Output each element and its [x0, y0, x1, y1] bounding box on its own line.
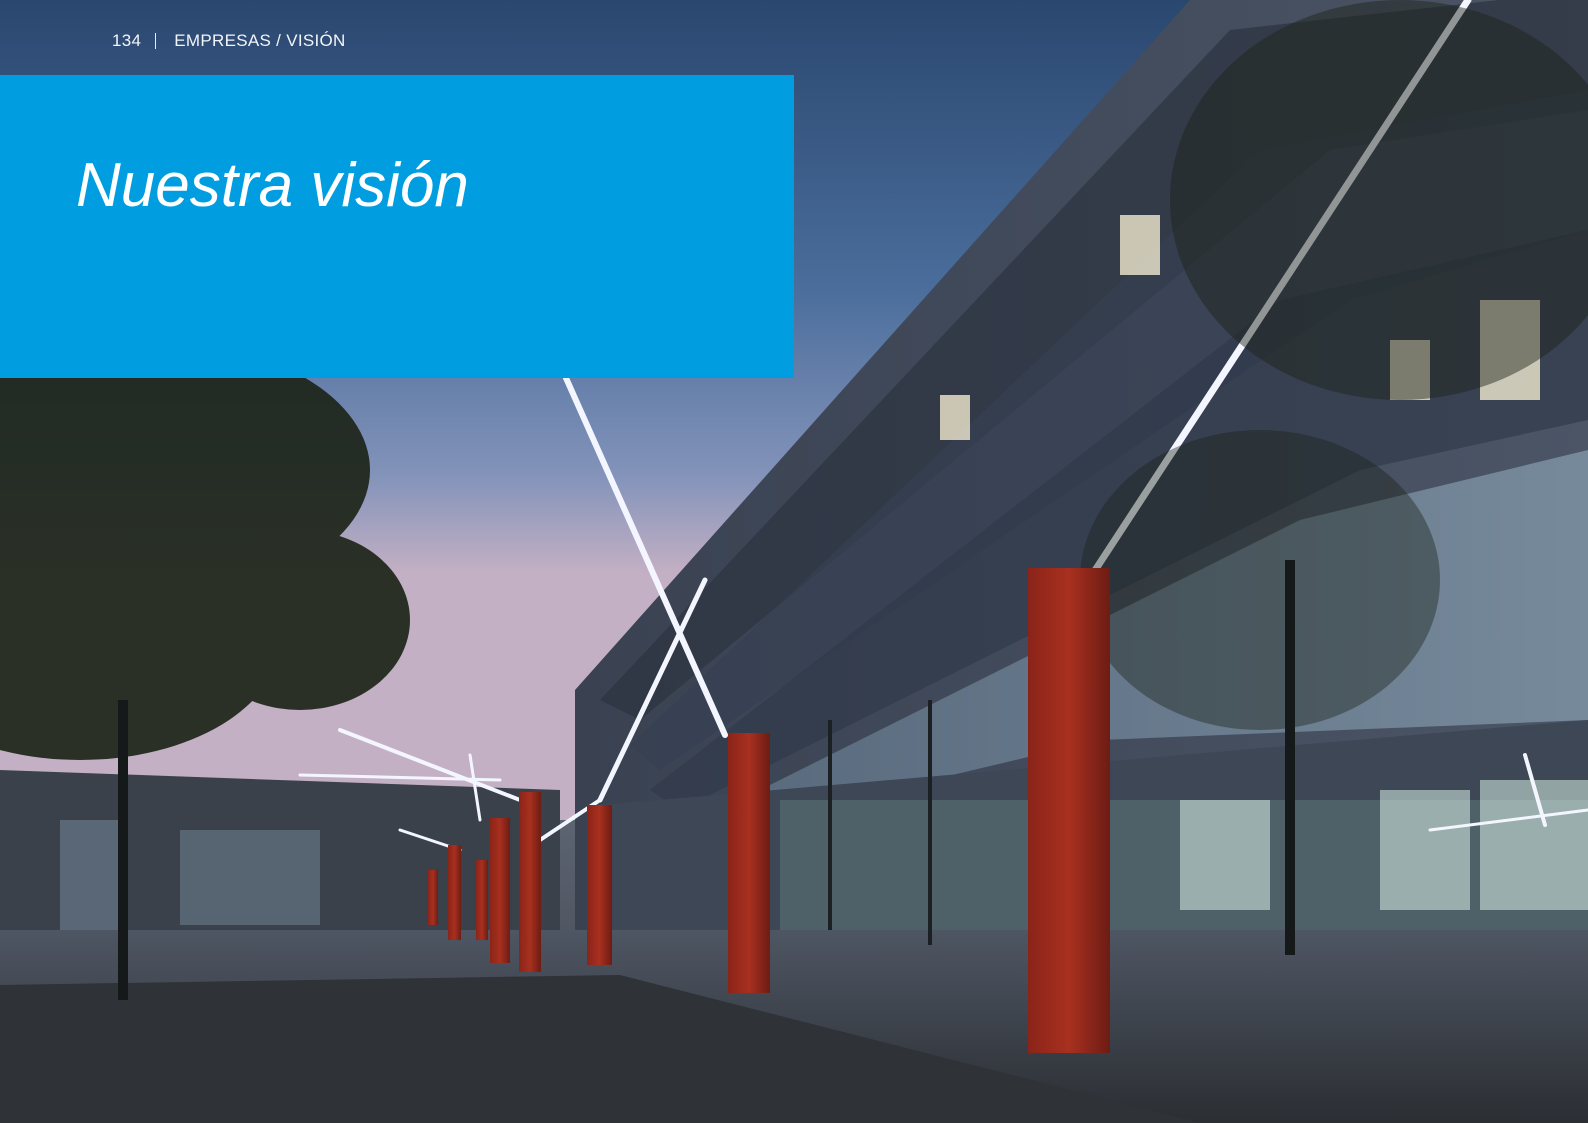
page-number: 134: [112, 31, 142, 50]
document-page: 134 EMPRESAS / VISIÓN Nuestra visión: [0, 0, 1588, 1123]
section-label: EMPRESAS / VISIÓN: [174, 31, 346, 50]
running-header: 134 EMPRESAS / VISIÓN: [112, 31, 346, 51]
title-block: Nuestra visión: [0, 75, 794, 378]
header-separator: [155, 33, 157, 49]
page-title: Nuestra visión: [76, 151, 469, 220]
